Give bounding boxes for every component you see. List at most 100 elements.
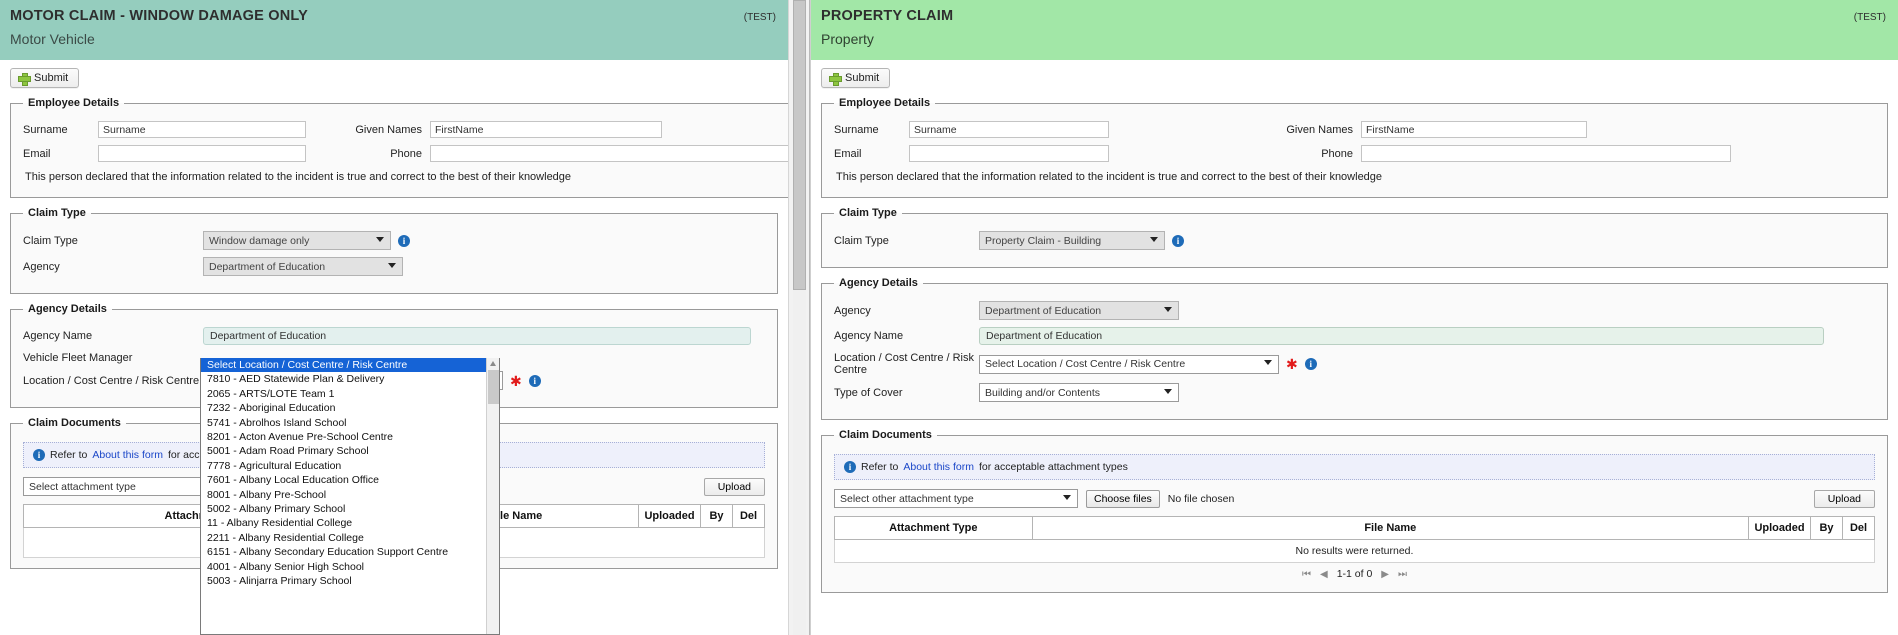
dropdown-option[interactable]: 8001 - Albany Pre-School xyxy=(201,488,499,502)
dropdown-option[interactable]: 5002 - Albany Primary School xyxy=(201,502,499,516)
property-test-badge: (TEST) xyxy=(1853,12,1886,23)
dropdown-option[interactable]: 7810 - AED Statewide Plan & Delivery xyxy=(201,372,499,386)
property-employee-legend: Employee Details xyxy=(839,97,931,109)
info-icon[interactable]: i xyxy=(1304,358,1317,370)
property-col-del: Del xyxy=(1842,516,1875,540)
property-table-pager: ⏮ ◀ 1-1 of 0 ▶ ⏭ xyxy=(834,563,1875,582)
choose-files-button[interactable]: Choose files xyxy=(1086,489,1160,508)
motor-agency-details-legend: Agency Details xyxy=(28,303,107,315)
motor-page-title: MOTOR CLAIM - WINDOW DAMAGE ONLY xyxy=(10,8,308,24)
property-attachment-note: i Refer to About this form for acceptabl… xyxy=(834,454,1875,480)
motor-claim-type-select[interactable]: Window damage only xyxy=(203,231,391,250)
dropdown-scrollbar[interactable] xyxy=(486,358,499,634)
scrollbar-thumb[interactable] xyxy=(488,370,499,404)
motor-test-badge: (TEST) xyxy=(743,12,776,23)
property-agency-select[interactable]: Department of Education xyxy=(979,301,1179,320)
dropdown-option[interactable]: 2065 - ARTS/LOTE Team 1 xyxy=(201,387,499,401)
property-agency-details-legend: Agency Details xyxy=(839,277,918,289)
dual-form-screenshot: MOTOR CLAIM - WINDOW DAMAGE ONLY Motor V… xyxy=(0,0,1898,635)
location-dropdown-open-list[interactable]: Select Location / Cost Centre / Risk Cen… xyxy=(200,358,500,635)
property-cover-select[interactable]: Building and/or Contents xyxy=(979,383,1179,402)
property-claim-panel: PROPERTY CLAIM Property (TEST) Submit Em… xyxy=(810,0,1898,635)
property-empty-message: No results were returned. xyxy=(834,539,1875,563)
motor-given-input[interactable] xyxy=(430,121,662,138)
property-contact-row: Email Phone xyxy=(834,145,1875,162)
motor-surname-input[interactable] xyxy=(98,121,306,138)
property-claim-documents-legend: Claim Documents xyxy=(839,429,932,441)
info-icon[interactable]: i xyxy=(528,374,541,387)
scrollbar-thumb[interactable] xyxy=(793,0,806,290)
motor-claim-type-row: Claim Type Window damage only i xyxy=(23,231,765,250)
property-given-input[interactable] xyxy=(1361,121,1587,138)
motor-col-by: By xyxy=(700,504,733,528)
property-upload-button[interactable]: Upload xyxy=(1813,489,1875,508)
about-this-form-link[interactable]: About this form xyxy=(903,461,974,473)
property-agency-details-fieldset: Agency Details Agency Department of Educ… xyxy=(821,277,1888,420)
info-icon[interactable]: i xyxy=(1172,234,1184,247)
dropdown-option[interactable]: 2211 - Albany Residential College xyxy=(201,531,499,545)
motor-agency-select[interactable]: Department of Education xyxy=(203,257,403,276)
window-scrollbar[interactable] xyxy=(788,0,810,635)
dropdown-option[interactable]: Select Location / Cost Centre / Risk Cen… xyxy=(201,358,499,373)
property-phone-input[interactable] xyxy=(1361,145,1731,162)
property-agency-name-label: Agency Name xyxy=(834,330,904,342)
dropdown-option[interactable]: 4001 - Albany Senior High School xyxy=(201,560,499,574)
info-icon[interactable]: i xyxy=(398,234,410,247)
property-email-input[interactable] xyxy=(909,145,1109,162)
motor-submit-button[interactable]: Submit xyxy=(10,68,80,88)
scroll-up-arrow-icon[interactable] xyxy=(490,361,496,366)
dropdown-option[interactable]: 7601 - Albany Local Education Office xyxy=(201,473,499,487)
motor-claim-type-fieldset: Claim Type Claim Type Window damage only… xyxy=(10,207,778,294)
property-agency-name-value: Department of Education xyxy=(979,327,1824,345)
property-employee-details-fieldset: Employee Details Surname Given Names Ema… xyxy=(821,97,1888,198)
pager-last-button[interactable]: ⏭ xyxy=(1398,569,1407,580)
dropdown-option[interactable]: 6151 - Albany Secondary Education Suppor… xyxy=(201,545,499,559)
property-location-value: Select Location / Cost Centre / Risk Cen… xyxy=(985,358,1186,370)
dropdown-option[interactable]: 8201 - Acton Avenue Pre-School Centre xyxy=(201,430,499,444)
property-location-select[interactable]: Select Location / Cost Centre / Risk Cen… xyxy=(979,354,1279,374)
property-claim-type-select[interactable]: Property Claim - Building xyxy=(979,231,1165,250)
motor-agency-name-label: Agency Name xyxy=(23,330,93,342)
motor-contact-row: Email Phone xyxy=(23,145,788,162)
property-location-label: Location / Cost Centre / Risk Centre xyxy=(834,352,975,376)
property-agency-label: Agency xyxy=(834,304,871,317)
property-page-subtitle: Property xyxy=(821,31,874,47)
dropdown-option[interactable]: 5003 - Alinjarra Primary School xyxy=(201,574,499,588)
property-submit-button[interactable]: Submit xyxy=(821,68,891,88)
property-col-uploaded: Uploaded xyxy=(1748,516,1811,540)
property-note-suffix: for acceptable attachment types xyxy=(978,461,1128,473)
motor-col-del: Del xyxy=(732,504,765,528)
motor-claim-type-value: Window damage only xyxy=(209,234,310,247)
property-surname-input[interactable] xyxy=(909,121,1109,138)
pager-prev-button[interactable]: ◀ xyxy=(1320,569,1328,580)
pager-next-button[interactable]: ▶ xyxy=(1381,569,1389,580)
chevron-down-icon xyxy=(376,236,385,245)
no-file-chosen-text: No file chosen xyxy=(1167,492,1235,505)
chevron-down-icon xyxy=(1164,388,1173,397)
dropdown-option[interactable]: 7778 - Agricultural Education xyxy=(201,459,499,473)
motor-phone-input[interactable] xyxy=(430,145,788,162)
plus-icon xyxy=(18,72,31,86)
motor-employee-details-fieldset: Employee Details Surname Given Names Ema… xyxy=(10,97,788,198)
dropdown-option[interactable]: 7232 - Aboriginal Education xyxy=(201,401,499,415)
motor-submit-label: Submit xyxy=(34,72,69,84)
pager-first-button[interactable]: ⏮ xyxy=(1302,569,1311,580)
info-icon: i xyxy=(844,461,856,473)
motor-claim-header: MOTOR CLAIM - WINDOW DAMAGE ONLY Motor V… xyxy=(0,0,788,60)
motor-page-subtitle: Motor Vehicle xyxy=(10,31,95,47)
property-attachment-type-select[interactable]: Select other attachment type xyxy=(834,489,1078,508)
motor-upload-button[interactable]: Upload xyxy=(703,477,765,496)
dropdown-option[interactable]: 5001 - Adam Road Primary School xyxy=(201,444,499,458)
motor-name-row: Surname Given Names xyxy=(23,121,788,138)
motor-email-input[interactable] xyxy=(98,145,306,162)
dropdown-option[interactable]: 11 - Albany Residential College xyxy=(201,516,499,530)
motor-agency-name-row: Agency Name Department of Education xyxy=(23,327,765,345)
required-asterisk: ✱ xyxy=(510,372,522,389)
property-attachments-table: Attachment Type File Name Uploaded By De… xyxy=(834,516,1875,563)
about-this-form-link[interactable]: About this form xyxy=(92,449,163,461)
motor-declaration-text: This person declared that the informatio… xyxy=(25,171,572,183)
property-claim-documents-fieldset: Claim Documents i Refer to About this fo… xyxy=(821,429,1888,593)
dropdown-option[interactable]: 5741 - Abrolhos Island School xyxy=(201,416,499,430)
property-email-label: Email xyxy=(834,147,862,160)
motor-given-label: Given Names xyxy=(355,123,422,136)
